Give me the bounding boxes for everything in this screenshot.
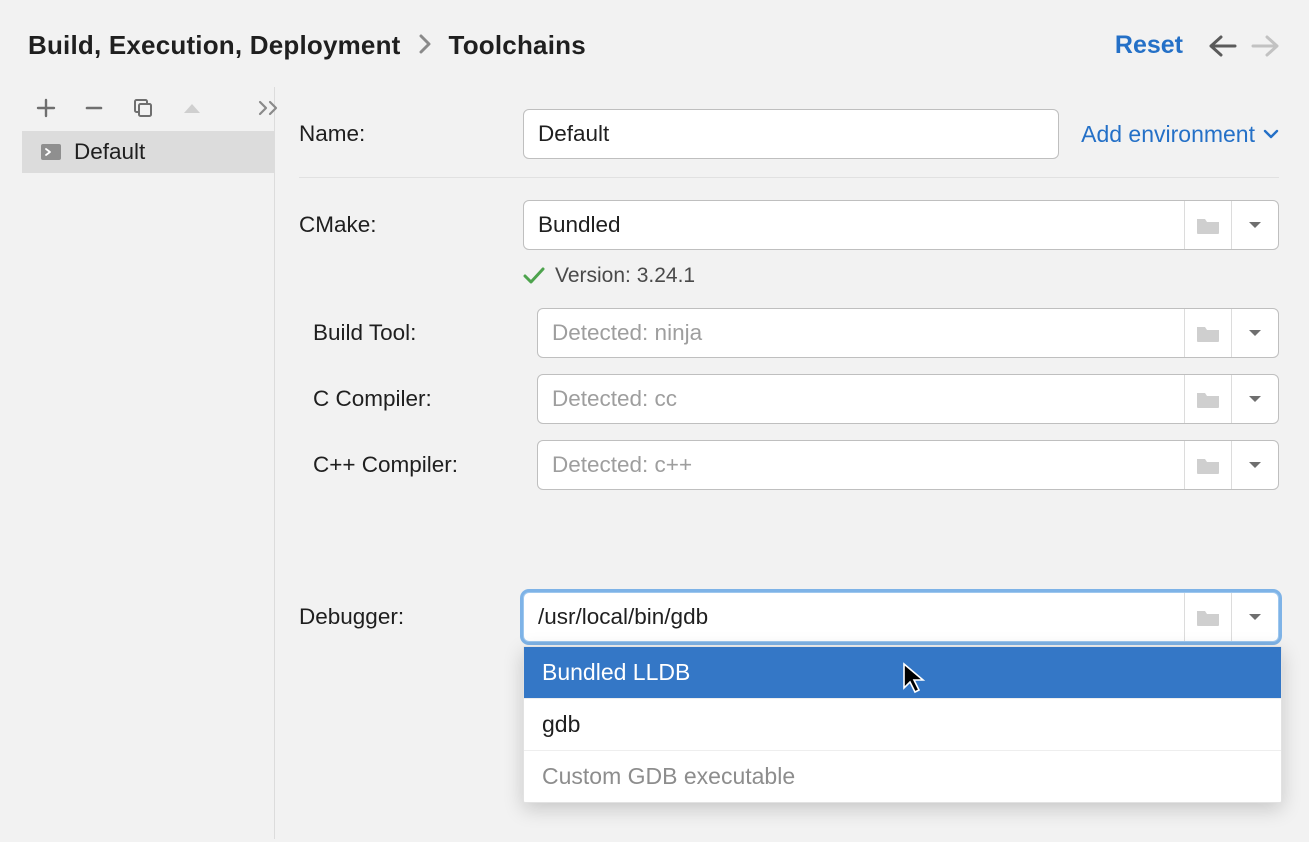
cpp-compiler-label: C++ Compiler: (299, 452, 523, 478)
cpp-compiler-field[interactable]: Detected: c++ (537, 440, 1279, 490)
settings-header: Build, Execution, Deployment Toolchains … (0, 0, 1309, 87)
breadcrumb-separator-icon (419, 30, 431, 61)
browse-folder-icon[interactable] (1184, 309, 1231, 357)
breadcrumb-current: Toolchains (449, 30, 586, 61)
dropdown-icon[interactable] (1231, 593, 1278, 641)
toolchain-item-default[interactable]: Default (22, 131, 274, 173)
check-icon (523, 267, 545, 285)
debugger-option-bundled-lldb[interactable]: Bundled LLDB (524, 647, 1281, 698)
debugger-field[interactable]: /usr/local/bin/gdb (523, 592, 1279, 642)
debugger-label: Debugger: (299, 604, 509, 630)
name-row: Name: Default Add environment (299, 103, 1279, 178)
build-tool-label: Build Tool: (299, 320, 523, 346)
build-tool-row: Build Tool: Detected: ninja (299, 300, 1279, 366)
browse-folder-icon[interactable] (1184, 441, 1231, 489)
c-compiler-field[interactable]: Detected: cc (537, 374, 1279, 424)
browse-folder-icon[interactable] (1184, 201, 1231, 249)
add-toolchain-icon[interactable] (36, 98, 56, 118)
cmake-version-line: Version: 3.24.1 (299, 260, 1279, 300)
toolchain-sidebar: Default (22, 87, 275, 839)
chevron-down-icon (1263, 128, 1279, 140)
debugger-value: /usr/local/bin/gdb (524, 593, 1184, 641)
cmake-label: CMake: (299, 212, 509, 238)
copy-toolchain-icon[interactable] (132, 97, 154, 119)
add-environment-link[interactable]: Add environment (1081, 121, 1279, 148)
build-tool-field[interactable]: Detected: ninja (537, 308, 1279, 358)
cmake-row: CMake: Bundled (299, 178, 1279, 260)
debugger-dropdown: Bundled LLDB gdb Custom GDB executable (523, 646, 1282, 803)
c-compiler-label: C Compiler: (299, 386, 523, 412)
breadcrumb: Build, Execution, Deployment Toolchains (28, 30, 586, 61)
cpp-compiler-value: Detected: c++ (538, 441, 1184, 489)
nav-forward-icon (1251, 34, 1281, 58)
cmake-version-text: Version: 3.24.1 (555, 264, 695, 288)
dropdown-icon[interactable] (1231, 201, 1278, 249)
sidebar-toolbar (22, 89, 274, 129)
dropdown-icon[interactable] (1231, 375, 1278, 423)
toolchain-list: Default (22, 131, 274, 173)
name-label: Name: (299, 121, 509, 147)
breadcrumb-parent[interactable]: Build, Execution, Deployment (28, 30, 401, 61)
dropdown-icon[interactable] (1231, 309, 1278, 357)
nav-back-icon[interactable] (1207, 34, 1237, 58)
cmake-field[interactable]: Bundled (523, 200, 1279, 250)
debugger-option-custom-gdb[interactable]: Custom GDB executable (524, 750, 1281, 802)
debugger-row: Debugger: /usr/local/bin/gdb Bundled LLD… (299, 498, 1279, 652)
cpp-compiler-row: C++ Compiler: Detected: c++ (299, 432, 1279, 498)
reset-link[interactable]: Reset (1115, 31, 1183, 60)
remove-toolchain-icon[interactable] (84, 98, 104, 118)
browse-folder-icon[interactable] (1184, 375, 1231, 423)
toolchain-type-icon (40, 141, 62, 163)
dropdown-icon[interactable] (1231, 441, 1278, 489)
c-compiler-row: C Compiler: Detected: cc (299, 366, 1279, 432)
build-tool-value: Detected: ninja (538, 309, 1184, 357)
name-input[interactable]: Default (523, 109, 1059, 159)
add-environment-label: Add environment (1081, 121, 1255, 148)
move-up-icon (182, 101, 202, 115)
name-input-value: Default (538, 121, 609, 147)
browse-folder-icon[interactable] (1184, 593, 1231, 641)
c-compiler-value: Detected: cc (538, 375, 1184, 423)
debugger-option-gdb[interactable]: gdb (524, 698, 1281, 750)
toolchain-item-label: Default (74, 139, 145, 165)
toolchain-detail-panel: Name: Default Add environment CMake: Bun… (275, 87, 1309, 839)
cmake-value: Bundled (524, 201, 1184, 249)
